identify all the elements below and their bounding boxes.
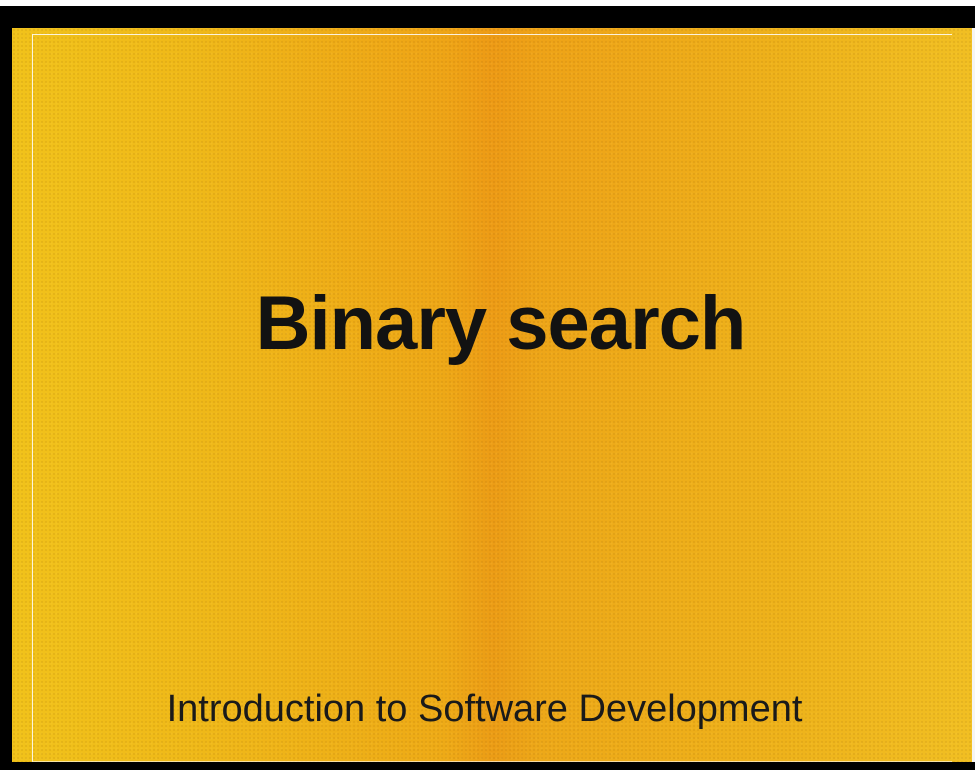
slide-border: [32, 34, 952, 762]
slide-subtitle: Introduction to Software Development: [166, 688, 803, 730]
slide-title: Binary search: [255, 281, 747, 366]
video-frame: Binary search Introduction to Software D…: [0, 6, 975, 770]
title-slide: Binary search Introduction to Software D…: [12, 28, 975, 762]
paper-texture: [12, 28, 975, 762]
